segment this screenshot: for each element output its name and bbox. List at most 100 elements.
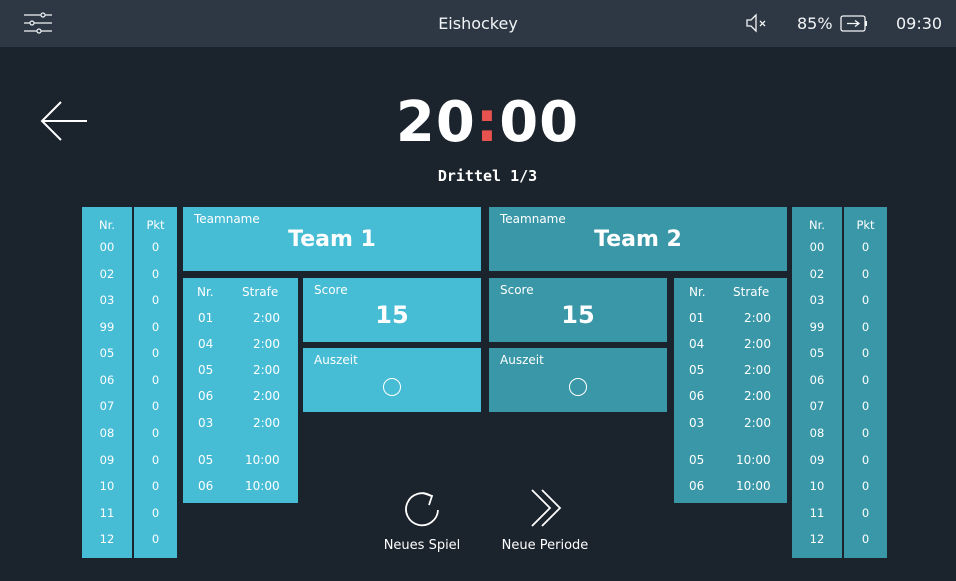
penalty-nr[interactable]: 06 [198,479,213,493]
team2-timeout-panel[interactable]: Auszeit [489,348,667,412]
penalty-nr[interactable]: 06 [689,479,704,493]
roster-pkt[interactable]: 0 [134,373,177,387]
roster-nr[interactable]: 12 [82,532,132,546]
penalty-time[interactable]: 2:00 [253,363,280,377]
penalty-time[interactable]: 2:00 [253,311,280,325]
penalty-nr[interactable]: 06 [198,389,213,403]
clock-time: 09:30 [896,14,943,33]
roster-nr[interactable]: 99 [792,320,842,334]
penalty-time[interactable]: 2:00 [253,337,280,351]
roster-pkt[interactable]: 0 [844,346,887,360]
battery-charging-icon [840,15,867,32]
penalty-time[interactable]: 2:00 [744,416,771,430]
penalty-nr[interactable]: 05 [689,453,704,467]
penalty-nr[interactable]: 01 [689,311,704,325]
roster-nr[interactable]: 03 [792,293,842,307]
penalty-nr[interactable]: 06 [689,389,704,403]
penalty-time[interactable]: 2:00 [253,416,280,430]
team2-score: 15 [561,301,595,329]
penalty-time[interactable]: 10:00 [245,479,280,493]
roster-nr[interactable]: 05 [792,346,842,360]
roster-pkt[interactable]: 0 [844,267,887,281]
team2-score-label: Score [500,283,534,297]
team1-name-panel[interactable]: Teamname Team 1 [183,207,481,271]
roster-pkt[interactable]: 0 [844,506,887,520]
roster-nr[interactable]: 11 [82,506,132,520]
penalty-time[interactable]: 2:00 [744,337,771,351]
roster-pkt[interactable]: 0 [844,240,887,254]
roster-pkt[interactable]: 0 [844,532,887,546]
penalty-time[interactable]: 10:00 [736,479,771,493]
roster-pkt[interactable]: 0 [134,479,177,493]
team2-timeout-indicator[interactable] [569,378,587,396]
roster-pkt[interactable]: 0 [134,240,177,254]
roster-nr-header: Nr. [809,218,825,232]
roster-pkt[interactable]: 0 [844,320,887,334]
roster-nr[interactable]: 11 [792,506,842,520]
penalty-nr[interactable]: 04 [689,337,704,351]
roster-nr[interactable]: 10 [792,479,842,493]
roster-nr[interactable]: 02 [82,267,132,281]
team1-score-label: Score [314,283,348,297]
roster-pkt[interactable]: 0 [844,453,887,467]
penalty-time[interactable]: 2:00 [744,389,771,403]
roster-pkt[interactable]: 0 [134,399,177,413]
team1-timeout-panel[interactable]: Auszeit [303,348,481,412]
roster-nr[interactable]: 09 [792,453,842,467]
roster-pkt[interactable]: 0 [844,399,887,413]
penalty-nr[interactable]: 03 [689,416,704,430]
penalty-time[interactable]: 10:00 [736,453,771,467]
penalty-time[interactable]: 2:00 [744,311,771,325]
roster-pkt[interactable]: 0 [134,453,177,467]
roster-pkt[interactable]: 0 [134,320,177,334]
roster-nr[interactable]: 08 [792,426,842,440]
new-period-label: Neue Periode [501,538,589,553]
penalty-nr[interactable]: 05 [198,363,213,377]
roster-nr[interactable]: 07 [82,399,132,413]
roster-pkt[interactable]: 0 [134,346,177,360]
team2-name-label: Teamname [500,212,566,226]
penalty-nr[interactable]: 01 [198,311,213,325]
new-period-button[interactable]: Neue Periode [490,486,600,553]
roster-nr[interactable]: 12 [792,532,842,546]
team2-score-panel[interactable]: Score 15 [489,278,667,342]
penalty-nr[interactable]: 04 [198,337,213,351]
roster-nr[interactable]: 07 [792,399,842,413]
roster-nr[interactable]: 00 [792,240,842,254]
roster-nr[interactable]: 05 [82,346,132,360]
roster-pkt[interactable]: 0 [844,293,887,307]
penalty-time[interactable]: 2:00 [253,389,280,403]
roster-pkt-header: Pkt [856,218,875,232]
penalty-time[interactable]: 2:00 [744,363,771,377]
roster-pkt[interactable]: 0 [134,532,177,546]
roster-pkt[interactable]: 0 [134,293,177,307]
team1-timeout-indicator[interactable] [383,378,401,396]
volume-muted-icon[interactable] [745,13,769,33]
roster-pkt[interactable]: 0 [844,373,887,387]
roster-nr[interactable]: 00 [82,240,132,254]
period-indicator: Drittel 1/3 [437,167,538,185]
roster-nr[interactable]: 03 [82,293,132,307]
roster-nr[interactable]: 99 [82,320,132,334]
roster-pkt[interactable]: 0 [844,426,887,440]
team2-name-panel[interactable]: Teamname Team 2 [489,207,787,271]
team2-timeout-label: Auszeit [500,353,544,367]
roster-pkt[interactable]: 0 [134,506,177,520]
team1-score-panel[interactable]: Score 15 [303,278,481,342]
roster-nr[interactable]: 02 [792,267,842,281]
penalty-time[interactable]: 10:00 [245,453,280,467]
roster-pkt[interactable]: 0 [134,426,177,440]
penalty-nr[interactable]: 03 [198,416,213,430]
roster-pkt[interactable]: 0 [134,267,177,281]
penalty-nr[interactable]: 05 [689,363,704,377]
roster-pkt[interactable]: 0 [844,479,887,493]
roster-nr[interactable]: 10 [82,479,132,493]
roster-nr[interactable]: 08 [82,426,132,440]
roster-nr[interactable]: 06 [82,373,132,387]
game-clock: 20:00 [0,90,956,155]
new-game-button[interactable]: Neues Spiel [376,486,468,553]
penalty-strafe-header: Strafe [242,285,279,299]
penalty-nr[interactable]: 05 [198,453,213,467]
roster-nr[interactable]: 06 [792,373,842,387]
roster-nr[interactable]: 09 [82,453,132,467]
